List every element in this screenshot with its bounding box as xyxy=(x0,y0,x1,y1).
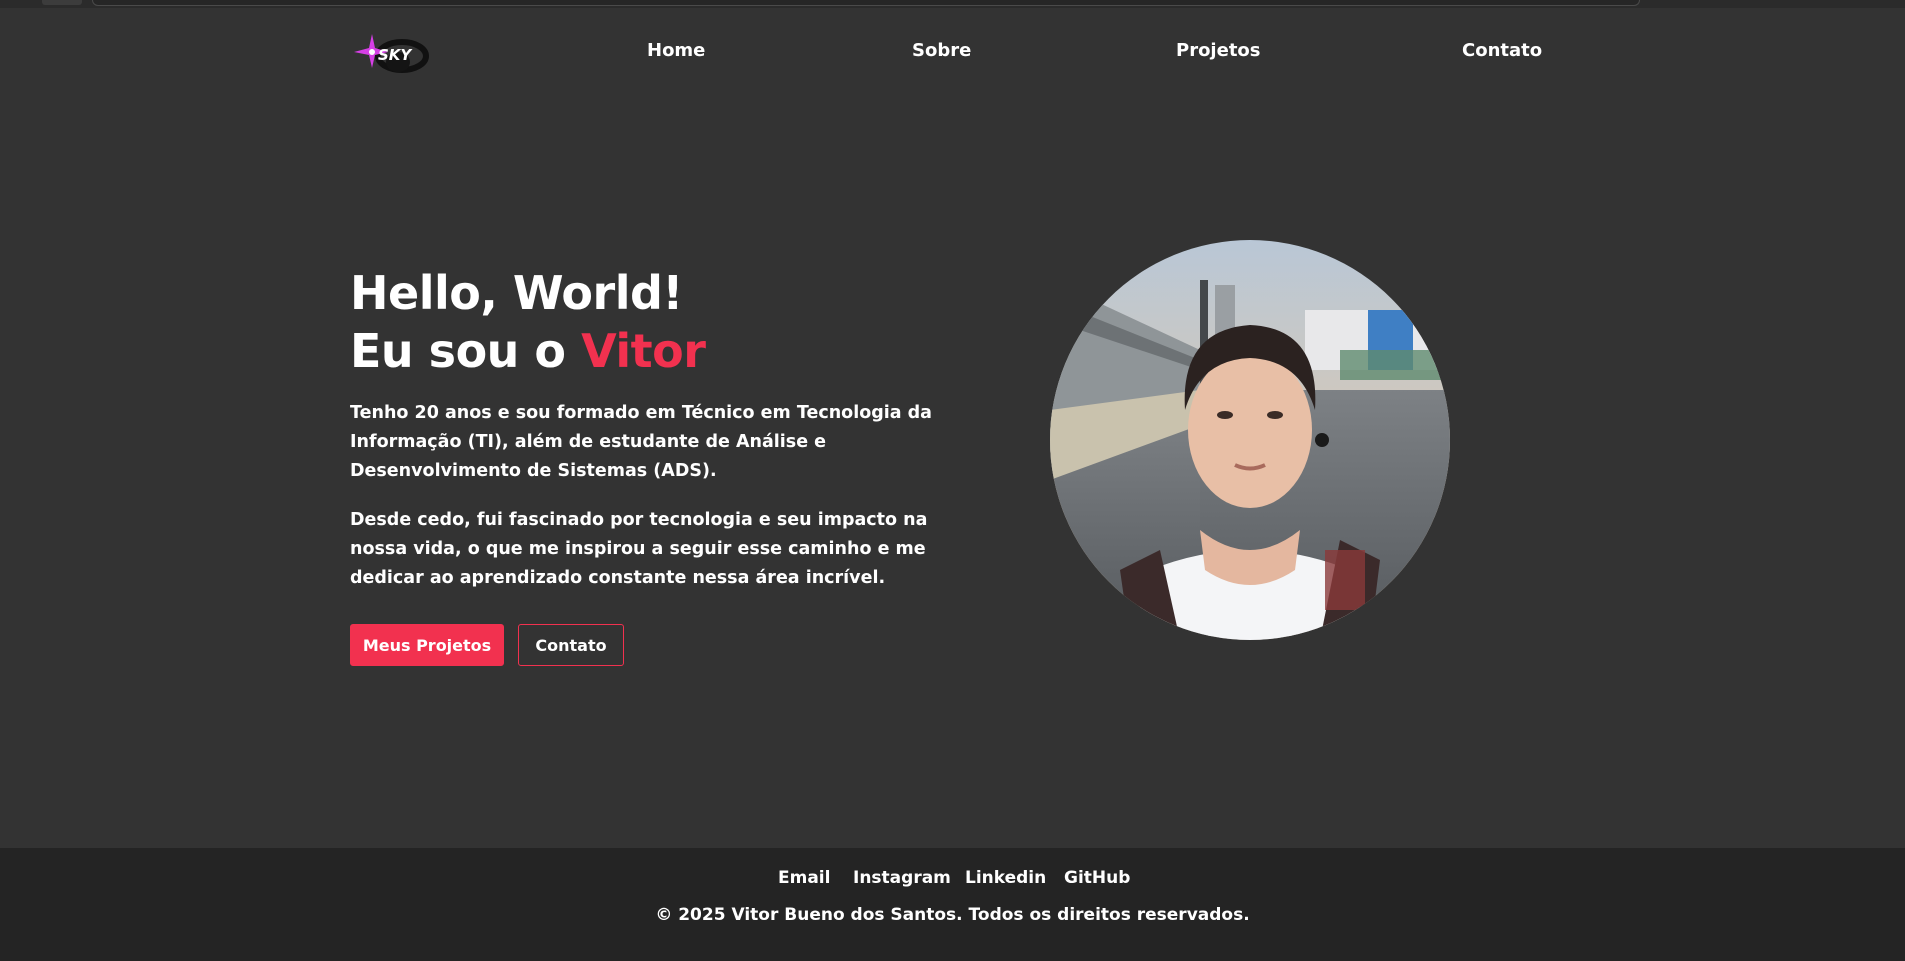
site-footer: Email Instagram Linkedin GitHub © 2025 V… xyxy=(0,848,1905,961)
hero-title: Hello, World! Eu sou o Vitor xyxy=(350,264,706,380)
footer-link-github[interactable]: GitHub xyxy=(1064,868,1130,888)
copyright-text: © 2025 Vitor Bueno dos Santos. Todos os … xyxy=(655,905,1250,925)
nav-link-contato[interactable]: Contato xyxy=(1462,40,1542,61)
nav-link-projetos[interactable]: Projetos xyxy=(1176,40,1261,61)
profile-photo xyxy=(1050,240,1450,640)
site-header: SKY Home Sobre Projetos Contato xyxy=(0,8,1905,93)
hero-title-name: Vitor xyxy=(581,324,706,378)
meus-projetos-button[interactable]: Meus Projetos xyxy=(350,624,504,666)
footer-link-linkedin[interactable]: Linkedin xyxy=(965,868,1046,888)
browser-address-bar[interactable] xyxy=(92,0,1640,6)
browser-chrome-strip xyxy=(0,0,1905,8)
footer-link-instagram[interactable]: Instagram xyxy=(853,868,951,888)
nav-link-sobre[interactable]: Sobre xyxy=(912,40,971,61)
hero-paragraph-1: Tenho 20 anos e sou formado em Técnico e… xyxy=(350,403,932,481)
hero-title-prefix: Eu sou o xyxy=(350,324,582,378)
browser-tab-stub[interactable] xyxy=(42,0,82,5)
hero-title-line1: Hello, World! xyxy=(350,266,683,320)
nav-link-home[interactable]: Home xyxy=(647,40,705,61)
contato-button[interactable]: Contato xyxy=(518,624,624,666)
footer-link-email[interactable]: Email xyxy=(778,868,830,888)
sky-logo-icon[interactable]: SKY xyxy=(350,28,432,80)
hero-paragraph-2: Desde cedo, fui fascinado por tecnologia… xyxy=(350,510,928,588)
logo-text: SKY xyxy=(378,46,413,64)
